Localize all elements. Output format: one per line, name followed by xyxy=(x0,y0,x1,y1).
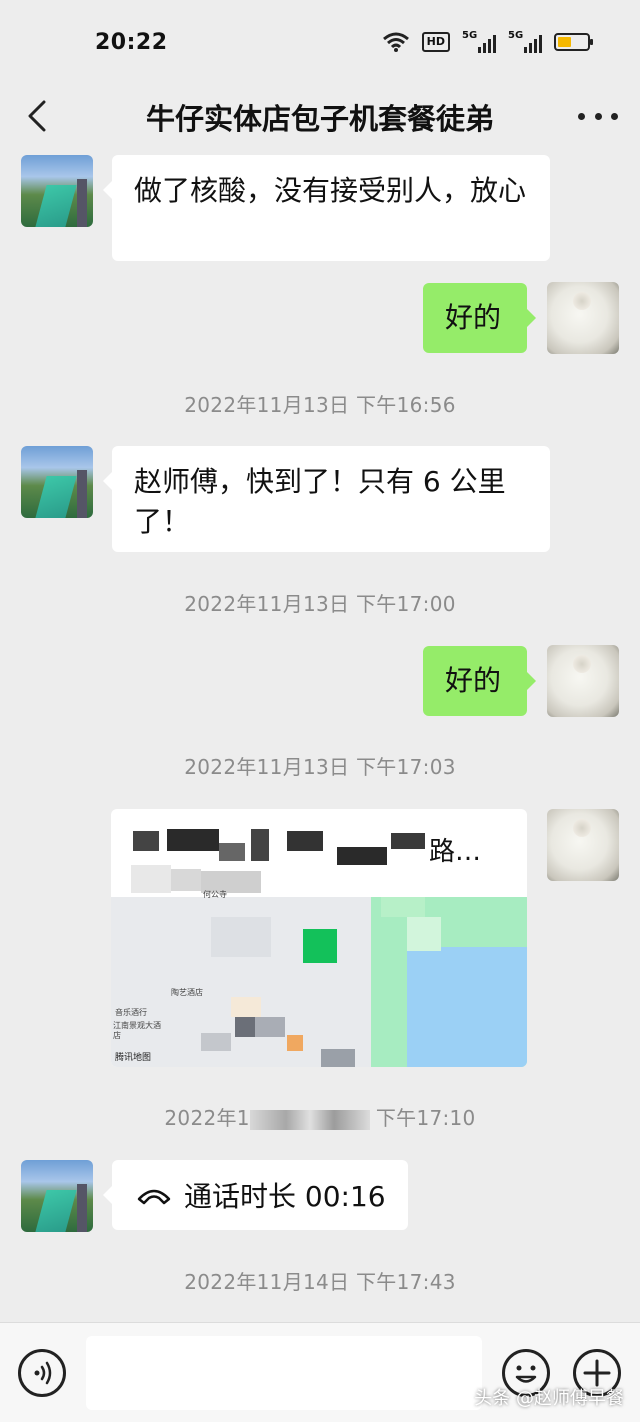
hd-voice-icon: HD xyxy=(421,32,450,52)
mosaic-block xyxy=(133,831,159,851)
partner-avatar[interactable] xyxy=(21,446,93,518)
redacted-block xyxy=(249,1109,370,1130)
battery-icon xyxy=(554,33,593,51)
message-timestamp: 2022年11月13日 下午17:00 xyxy=(184,592,456,616)
map-poi-label: 何公寺 xyxy=(203,890,227,899)
phone-handset-icon xyxy=(137,1189,171,1205)
message-bubble-sent[interactable]: 好的 xyxy=(423,283,536,353)
location-message-card[interactable]: 路… 陶艺酒店 音乐酒行 江南景观大酒店 何公寺 腾讯地图 xyxy=(111,809,527,1067)
location-pin-marker xyxy=(303,929,337,963)
partner-avatar[interactable] xyxy=(21,155,93,227)
chat-header: 牛仔实体店包子机套餐徒弟 xyxy=(0,86,640,152)
map-water-area xyxy=(407,947,527,1067)
wifi-icon xyxy=(382,32,409,52)
voice-icon xyxy=(34,1361,52,1385)
map-provider-credit: 腾讯地图 xyxy=(115,1053,152,1063)
call-record-bubble[interactable]: 通话时长 00:16 xyxy=(103,1160,408,1230)
mosaic-block xyxy=(337,847,387,865)
status-bar: 20:22 HD 5G 5G xyxy=(0,0,640,86)
message-bubble-received[interactable]: 赵师傅，快到了！只有 6 公里了！ xyxy=(103,446,550,552)
mosaic-block xyxy=(391,833,425,849)
message-timestamp: 2022年1 下午17:10 xyxy=(164,1106,476,1130)
partner-avatar[interactable] xyxy=(21,1160,93,1232)
message-text-input[interactable] xyxy=(86,1336,482,1410)
message-input-bar: 头条 @赵师傅早餐 xyxy=(0,1322,640,1422)
mosaic-block xyxy=(167,829,219,851)
my-avatar[interactable] xyxy=(547,282,619,354)
message-bubble-sent[interactable]: 好的 xyxy=(423,646,536,716)
mosaic-block xyxy=(219,843,245,861)
chat-title: 牛仔实体店包子机套餐徒弟 xyxy=(145,102,494,136)
call-duration-text: 通话时长 00:16 xyxy=(184,1180,386,1213)
my-avatar[interactable] xyxy=(547,809,619,881)
watermark: 头条 @赵师傅早餐 xyxy=(474,1388,624,1409)
signal-icon-2: 5G xyxy=(508,30,542,54)
voice-input-button[interactable] xyxy=(18,1349,66,1397)
location-title: 路… xyxy=(429,837,482,867)
map-preview[interactable]: 陶艺酒店 音乐酒行 江南景观大酒店 何公寺 腾讯地图 xyxy=(111,890,527,1067)
mosaic-block xyxy=(131,865,171,893)
status-time: 20:22 xyxy=(95,30,168,55)
mosaic-block xyxy=(287,831,323,851)
message-timestamp: 2022年11月13日 下午17:03 xyxy=(184,755,456,779)
status-icons: HD 5G 5G xyxy=(382,28,593,56)
mosaic-block xyxy=(251,829,269,861)
message-timestamp: 2022年11月14日 下午17:43 xyxy=(184,1270,456,1294)
signal-icon-1: 5G xyxy=(462,30,496,54)
message-bubble-received[interactable]: 做了核酸，没有接受别人，放心 xyxy=(103,155,550,261)
mosaic-block xyxy=(171,869,201,891)
map-poi-label: 音乐酒行 xyxy=(115,1008,147,1017)
message-timestamp: 2022年11月13日 下午16:56 xyxy=(184,393,456,417)
map-poi-label: 江南景观大酒店 xyxy=(113,1021,161,1040)
map-poi-label: 陶艺酒店 xyxy=(171,988,203,997)
my-avatar[interactable] xyxy=(547,645,619,717)
more-options-icon[interactable] xyxy=(578,106,618,126)
